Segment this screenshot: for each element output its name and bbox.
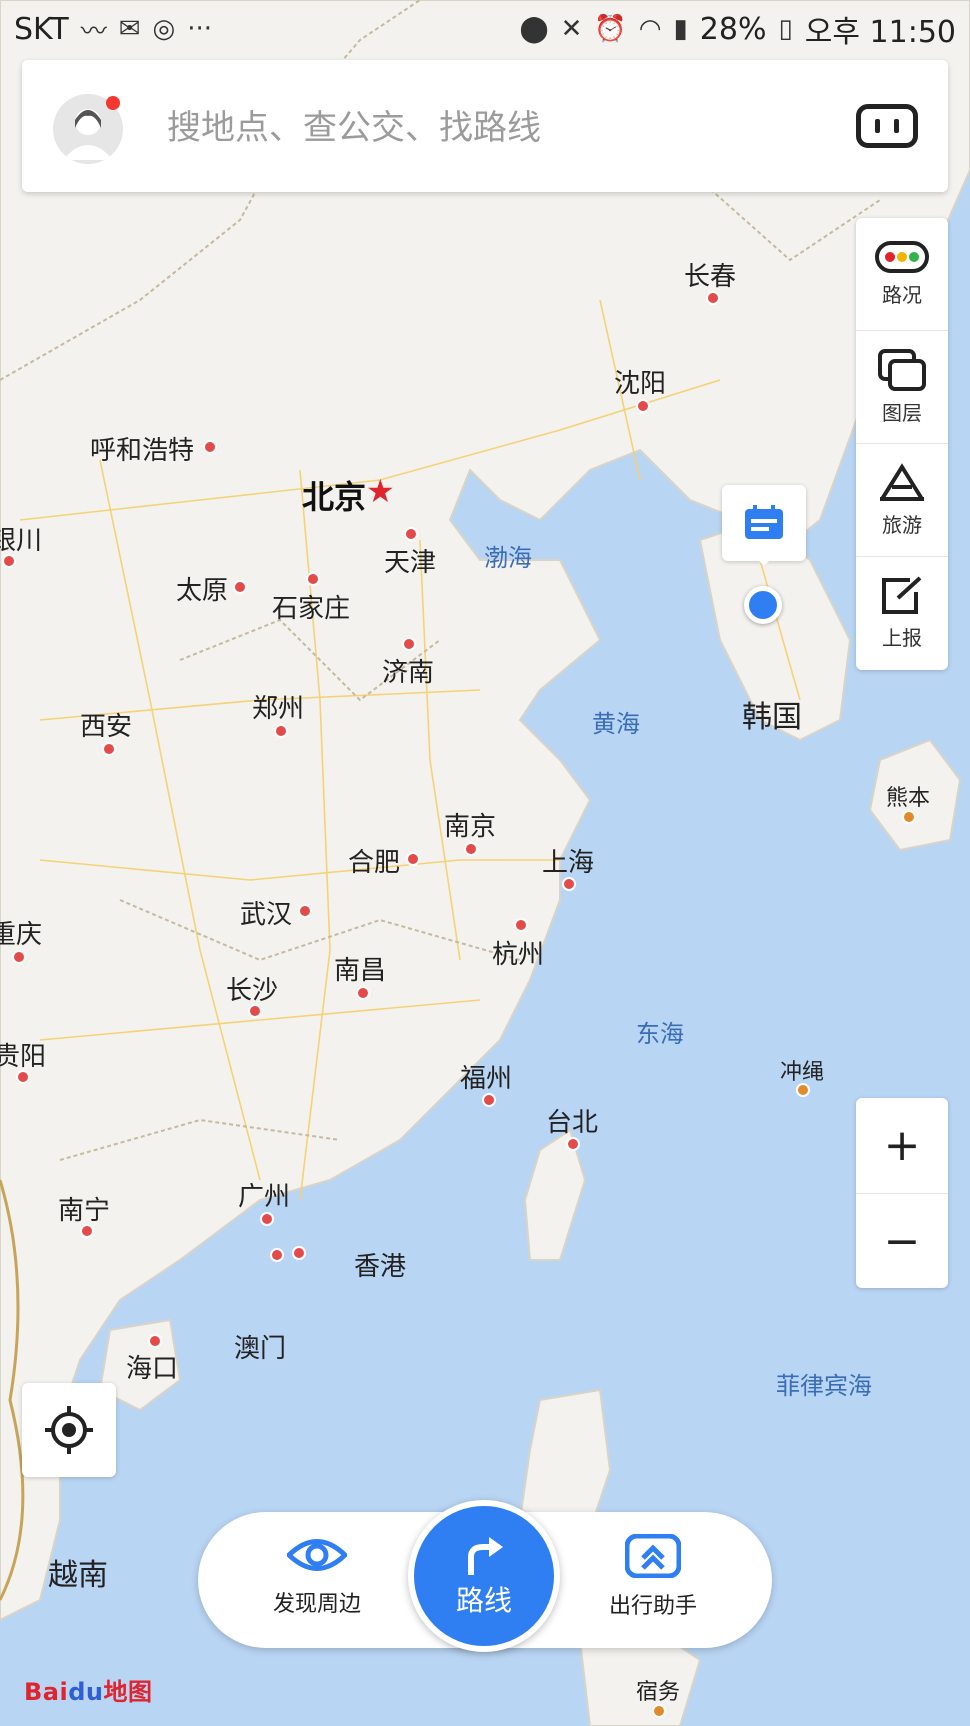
route-arrow-icon: [468, 1537, 503, 1575]
cell-signal-icon: ▮: [673, 14, 688, 44]
locate-button[interactable]: [22, 1383, 116, 1477]
status-right: ⬤ ✕ ⏰ ◠ ▮ 28% ▯ 오후 11:50: [520, 7, 956, 51]
discover-label: 发现周边: [272, 1592, 361, 1617]
chrome-icon: ◎: [152, 14, 176, 44]
signal-wave-icon: 〰: [80, 16, 107, 47]
baidu-map-logo: Baidu地图: [24, 1678, 153, 1706]
wifi-icon: ◠: [638, 14, 662, 44]
more-icon: ···: [187, 14, 213, 44]
search-bar[interactable]: [22, 60, 948, 192]
location-icon: ⬤: [519, 14, 549, 44]
map-tools-panel: 路况 图层 旅游 上报: [856, 218, 948, 670]
zoom-controls: + −: [856, 1098, 948, 1288]
status-bar: SKT 〰 ✉ ◎ ··· ⬤ ✕ ⏰ ◠ ▮ 28% ▯ 오후 11:50: [0, 0, 970, 58]
travel-icon: [880, 462, 924, 501]
mute-icon: ✕: [560, 14, 583, 44]
report-label: 上报: [882, 626, 922, 650]
travel-button[interactable]: 旅游: [856, 444, 948, 557]
locate-icon: [45, 1406, 93, 1454]
carrier-label: SKT: [14, 11, 69, 47]
eye-icon: [287, 1539, 347, 1571]
voice-assistant-button[interactable]: [856, 104, 918, 148]
route-button[interactable]: 路线: [408, 1500, 560, 1652]
travel-assistant-button[interactable]: 出行助手: [578, 1534, 728, 1620]
route-label: 路线: [455, 1584, 512, 1617]
discover-nearby-button[interactable]: 发现周边: [242, 1534, 392, 1618]
assistant-label: 出行助手: [608, 1594, 697, 1619]
search-input[interactable]: [165, 102, 729, 154]
report-icon: [882, 576, 922, 614]
assistant-icon: [625, 1534, 681, 1578]
calendar-icon: [745, 505, 783, 539]
travel-label: 旅游: [882, 512, 922, 537]
calendar-bubble[interactable]: [722, 485, 806, 566]
notification-dot: [106, 96, 120, 110]
battery-percent: 28%: [699, 11, 767, 47]
report-button[interactable]: 上报: [856, 557, 948, 670]
status-left: SKT 〰 ✉ ◎ ···: [14, 11, 212, 48]
traffic-button[interactable]: 路况: [856, 218, 948, 331]
traffic-icon: [875, 240, 929, 273]
layers-label: 图层: [882, 400, 922, 425]
layers-icon: [878, 348, 926, 391]
user-location-marker: [744, 586, 782, 624]
clock: 오후 11:50: [804, 15, 956, 50]
mail-icon: ✉: [118, 14, 141, 44]
alarm-icon: ⏰: [594, 14, 627, 44]
battery-icon: ▯: [778, 14, 793, 44]
zoom-in-button[interactable]: +: [856, 1098, 948, 1193]
traffic-label: 路况: [882, 282, 922, 307]
map-canvas[interactable]: [0, 0, 970, 1726]
zoom-out-button[interactable]: −: [856, 1193, 948, 1289]
layers-button[interactable]: 图层: [856, 331, 948, 444]
